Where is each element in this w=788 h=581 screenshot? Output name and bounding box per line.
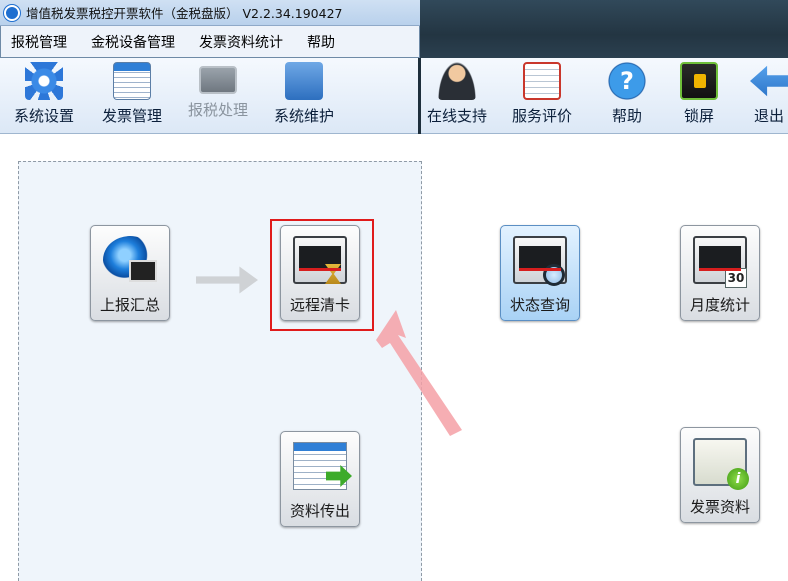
window-title: 增值税发票税控开票软件（金税盘版） V2.2.34.190427	[26, 6, 343, 21]
help-icon: ?	[608, 62, 646, 100]
person-icon	[438, 62, 476, 100]
invoice-management-label: 发票管理	[102, 107, 163, 125]
calendar-icon: 30	[725, 268, 747, 288]
system-settings-label: 系统设置	[14, 107, 75, 125]
tax-processing-button[interactable]: 报税处理	[188, 62, 248, 132]
main-content: 上报汇总 远程清卡 状态查询 30 月度统计 资料传出 i 发票资料	[0, 135, 788, 581]
green-arrow-icon	[326, 465, 352, 487]
menu-invoice-statistics[interactable]: 发票资料统计	[199, 32, 283, 52]
data-export-label: 资料传出	[289, 502, 350, 520]
system-maintenance-label: 系统维护	[274, 107, 335, 125]
help-button[interactable]: ? 帮助	[608, 62, 646, 132]
status-query-label: 状态查询	[509, 296, 570, 314]
lock-screen-label: 锁屏	[683, 107, 714, 125]
system-settings-button[interactable]: 系统设置	[14, 62, 74, 132]
service-rating-label: 服务评价	[512, 107, 573, 125]
tax-processing-label: 报税处理	[188, 101, 249, 119]
toolbar-separator	[418, 58, 421, 134]
toolbar: 系统设置 发票管理 报税处理 系统维护 在线支持 服务评价 ? 帮助 锁屏 退出	[0, 58, 788, 134]
exit-arrow-icon	[750, 65, 788, 97]
menu-bar: 报税管理 金税设备管理 发票资料统计 帮助	[0, 26, 420, 58]
menu-help[interactable]: 帮助	[307, 32, 335, 52]
voucher-icon: i	[693, 438, 749, 490]
invoice-data-label: 发票资料	[689, 498, 750, 516]
annotation-arrow-icon	[376, 310, 462, 436]
online-support-button[interactable]: 在线支持	[427, 62, 487, 132]
gear-icon	[25, 62, 63, 100]
data-export-button[interactable]: 资料传出	[280, 431, 360, 527]
invoice-data-button[interactable]: i 发票资料	[680, 427, 760, 523]
title-bar-dark-area	[420, 0, 788, 58]
highlight-box	[270, 219, 374, 331]
clipboard-icon	[523, 62, 561, 100]
online-support-label: 在线支持	[427, 107, 488, 125]
info-icon: i	[727, 468, 749, 490]
invoice-management-button[interactable]: 发票管理	[102, 62, 162, 132]
monthly-stats-button[interactable]: 30 月度统计	[680, 225, 760, 321]
monitor-icon	[199, 66, 237, 94]
menu-tax-report[interactable]: 报税管理	[11, 32, 67, 52]
folder-gear-icon	[285, 62, 323, 100]
monthly-stats-label: 月度统计	[689, 296, 750, 314]
menu-device-management[interactable]: 金税设备管理	[91, 32, 175, 52]
help-label: 帮助	[611, 107, 642, 125]
system-maintenance-button[interactable]: 系统维护	[274, 62, 334, 132]
globe-monitor-icon	[103, 236, 157, 284]
invoice-icon	[113, 62, 151, 100]
tax-card-icon	[513, 236, 567, 286]
exit-label: 退出	[753, 107, 784, 125]
report-summary-label: 上报汇总	[99, 296, 160, 314]
app-logo-icon	[4, 4, 20, 21]
document-icon	[293, 442, 352, 490]
exit-button[interactable]: 退出	[750, 62, 788, 132]
magnifier-icon	[543, 264, 565, 286]
report-summary-button[interactable]: 上报汇总	[90, 225, 170, 321]
lock-screen-button[interactable]: 锁屏	[680, 62, 718, 132]
tax-card-icon: 30	[693, 236, 747, 288]
title-bar: 增值税发票税控开票软件（金税盘版） V2.2.34.190427	[0, 0, 420, 26]
service-rating-button[interactable]: 服务评价	[512, 62, 572, 132]
lock-screen-icon	[680, 62, 718, 100]
status-query-button[interactable]: 状态查询	[500, 225, 580, 321]
